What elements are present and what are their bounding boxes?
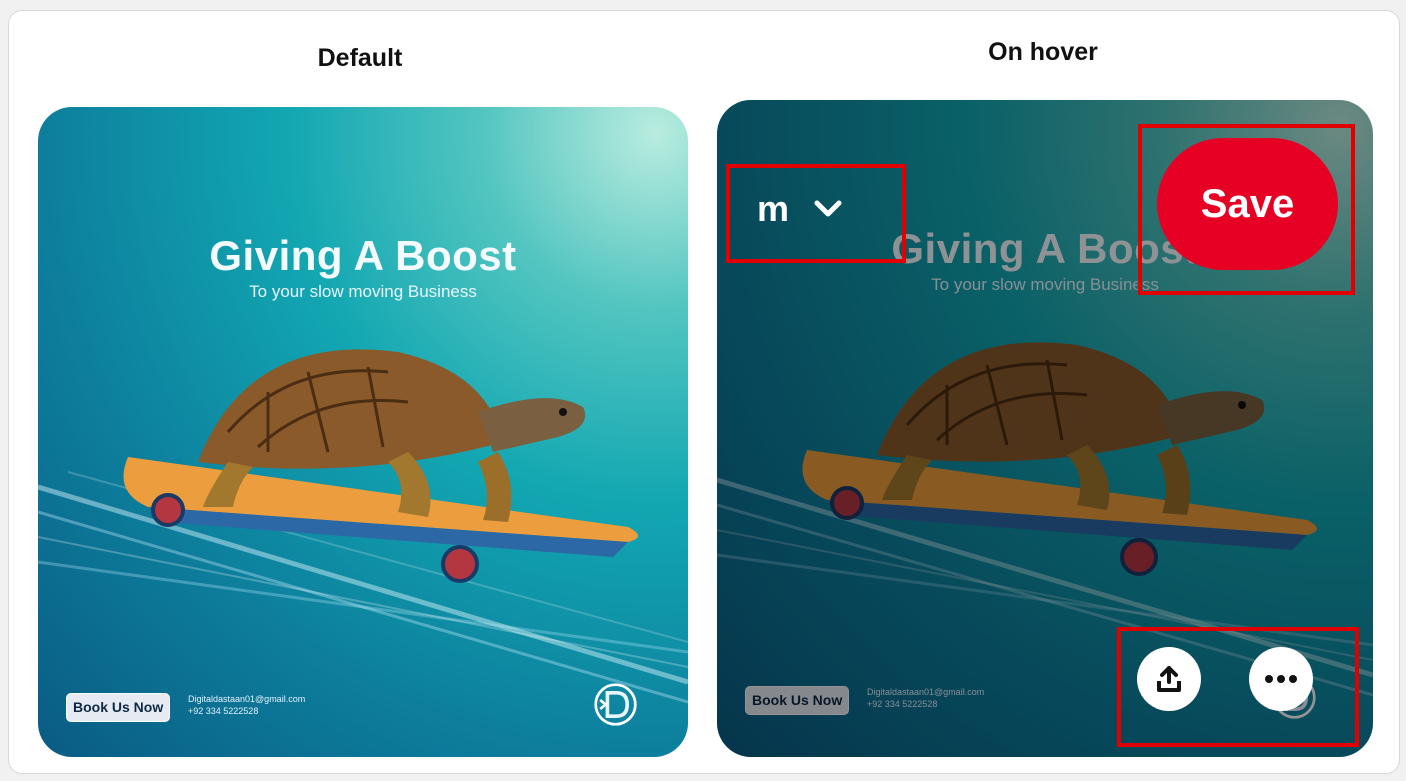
pin-subline: To your slow moving Business <box>249 282 477 301</box>
contact-phone: +92 334 5222528 <box>188 706 259 716</box>
contact-email: Digitaldastaan01@gmail.com <box>188 694 306 704</box>
contact-info: Digitaldastaan01@gmail.com +92 334 52225… <box>188 693 305 717</box>
label-default: Default <box>317 44 403 72</box>
pin-headline: Giving A Boost <box>209 232 517 279</box>
pin-card-default[interactable]: Giving A Boost To your slow moving Busin… <box>38 107 688 757</box>
turtle-skateboard-illustration <box>123 349 638 583</box>
book-us-now-button: Book Us Now <box>66 693 171 722</box>
label-hover: On hover <box>988 38 1098 66</box>
brand-logo <box>594 683 637 726</box>
highlight-board-selector <box>726 164 906 263</box>
highlight-save-button <box>1138 124 1355 295</box>
highlight-action-buttons <box>1117 627 1359 747</box>
